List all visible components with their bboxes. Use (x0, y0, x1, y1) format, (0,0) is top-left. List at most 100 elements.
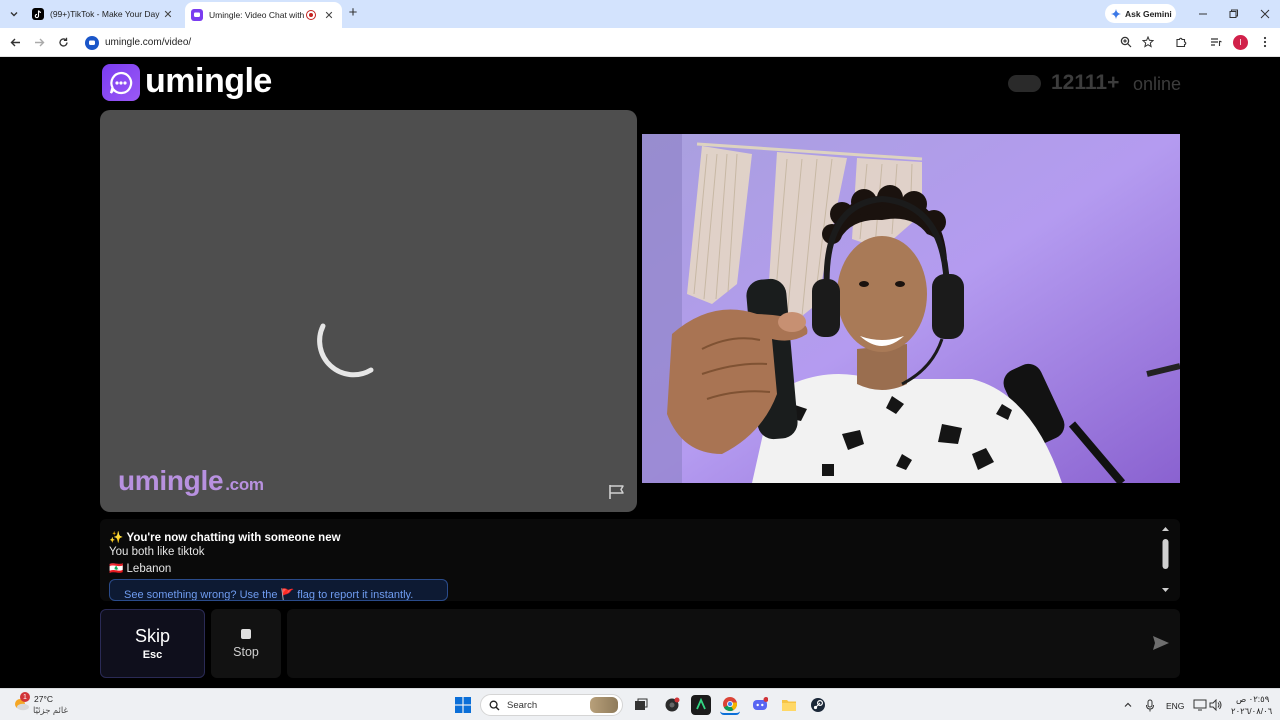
close-window-button[interactable] (1257, 6, 1273, 22)
search-label: Search (507, 699, 538, 711)
minimize-icon (1199, 13, 1207, 15)
notification-badge: 1 (20, 692, 30, 702)
taskbar-app-steam[interactable] (808, 695, 828, 715)
network-icon (1193, 699, 1207, 711)
puzzle-icon (1176, 37, 1187, 48)
discord-icon (753, 697, 768, 710)
url-text: umingle.com/video/ (105, 37, 192, 48)
more-vertical-icon (1263, 36, 1267, 48)
star-icon (1142, 36, 1154, 48)
reload-button[interactable] (55, 34, 71, 50)
report-flag-button[interactable] (607, 483, 627, 501)
taskbar-search[interactable]: Search (480, 694, 623, 716)
self-webcam-video (642, 134, 1180, 483)
chevron-up-icon (1124, 702, 1132, 707)
loading-spinner-icon (317, 323, 374, 378)
back-button[interactable] (7, 34, 23, 50)
chat-status-text: You're now chatting with someone new (126, 532, 341, 544)
umingle-watermark: umingle .com (118, 465, 264, 497)
restore-icon (1229, 9, 1238, 18)
terminal-app-icon (696, 698, 706, 710)
sparkles-icon: ✨ (109, 532, 124, 544)
extensions-button[interactable] (1173, 34, 1189, 50)
speaker-icon (1209, 699, 1222, 711)
recording-icon (306, 10, 316, 20)
close-icon (1260, 9, 1270, 19)
watermark-text: umingle (118, 465, 224, 496)
chat-scrollbar[interactable] (1160, 526, 1171, 594)
arrow-right-icon (34, 38, 44, 46)
close-tab-icon[interactable]: ✕ (161, 7, 175, 21)
restore-window-button[interactable] (1226, 6, 1242, 22)
report-tip-banner: See something wrong? Use the 🚩 flag to r… (109, 579, 448, 601)
clock-date[interactable]: ٢٠٢٦/٠٨/٠٦ (1231, 706, 1272, 717)
shared-interests-text: You both like tiktok (109, 546, 205, 558)
show-hidden-icons-button[interactable] (1118, 695, 1138, 715)
task-view-button[interactable] (631, 695, 651, 715)
clock-time[interactable]: ٠٢:٥٩ ص (1236, 694, 1269, 705)
search-highlight-image (590, 697, 618, 713)
site-info-icon[interactable] (85, 35, 99, 50)
arrow-left-icon (10, 38, 20, 46)
watermark-suffix: .com (225, 475, 264, 494)
browser-menu-button[interactable] (1257, 34, 1273, 50)
start-button[interactable] (453, 695, 473, 715)
taskbar-app-discord[interactable] (750, 695, 770, 715)
stop-label: Stop (233, 644, 259, 659)
chat-status-line: ✨ You're now chatting with someone new (109, 530, 341, 544)
send-icon[interactable] (1152, 635, 1170, 651)
tab-title: Umingle: Video Chat with Str (209, 10, 306, 20)
browser-toolbar: umingle.com/video/ (0, 28, 1280, 57)
taskbar-app-chrome[interactable] (720, 695, 740, 715)
stop-button[interactable]: Stop (211, 609, 281, 678)
close-tab-icon[interactable]: ✕ (322, 8, 336, 22)
online-count: 12111+ (1051, 71, 1120, 94)
task-view-icon (635, 698, 648, 710)
profile-avatar[interactable]: I (1233, 35, 1248, 50)
chrome-icon (723, 697, 738, 712)
folder-icon (782, 700, 796, 711)
steam-icon (811, 698, 825, 712)
camera-app-icon (665, 697, 680, 712)
tab-tiktok[interactable]: (99+)TikTok - Make Your Day ✕ (26, 2, 181, 26)
input-language[interactable]: ENG (1166, 701, 1184, 711)
weather-description: غائم جزئيًا (33, 705, 68, 715)
browser-tab-strip: (99+)TikTok - Make Your Day ✕ Umingle: V… (0, 0, 1280, 28)
chevron-down-icon (10, 12, 18, 17)
webcam-scene-image (642, 134, 1180, 483)
new-tab-button[interactable]: + (346, 5, 360, 20)
weather-temperature[interactable]: 27°C (34, 694, 53, 704)
media-controls-button[interactable] (1208, 34, 1224, 50)
chat-log: ✨ You're now chatting with someone new Y… (100, 519, 1180, 601)
windows-taskbar: 1 27°C غائم جزئيًا Search ENG ٠٢:٥٩ ص ٢٠… (0, 688, 1280, 720)
online-toggle[interactable] (1008, 75, 1041, 92)
tab-umingle[interactable]: Umingle: Video Chat with Str ✕ (185, 2, 342, 28)
address-bar[interactable]: umingle.com/video/ (80, 31, 1165, 54)
taskbar-app-file-explorer[interactable] (779, 695, 799, 715)
volume-status[interactable] (1206, 695, 1226, 715)
ask-gemini-button[interactable]: Ask Gemini (1105, 4, 1176, 23)
taskbar-app-camera[interactable] (662, 695, 682, 715)
zoom-button[interactable] (1118, 34, 1134, 50)
country-name: Lebanon (126, 563, 172, 575)
skip-label: Skip (134, 626, 170, 646)
skip-shortcut-hint: Esc (142, 649, 163, 661)
minimize-window-button[interactable] (1195, 6, 1211, 22)
taskbar-app-terminal[interactable] (691, 695, 711, 715)
skip-button[interactable]: Skip Esc (100, 609, 205, 678)
microphone-status[interactable] (1140, 695, 1160, 715)
tab-search-button[interactable] (5, 5, 23, 23)
microphone-icon (1146, 699, 1154, 711)
site-logo-text[interactable]: umingle (145, 62, 272, 101)
stop-icon (241, 628, 251, 639)
tab-title: (99+)TikTok - Make Your Day (50, 9, 160, 19)
umingle-logo-icon[interactable] (102, 64, 140, 101)
online-label: online (1133, 74, 1182, 94)
lebanon-flag-icon: 🇱🇧 (109, 563, 124, 575)
ask-gemini-label: Ask Gemini (1125, 8, 1172, 19)
forward-button[interactable] (31, 34, 47, 50)
gemini-sparkle-icon (1111, 8, 1121, 19)
tiktok-icon (32, 8, 44, 20)
bookmark-button[interactable] (1140, 34, 1156, 50)
message-input[interactable] (287, 609, 1180, 678)
